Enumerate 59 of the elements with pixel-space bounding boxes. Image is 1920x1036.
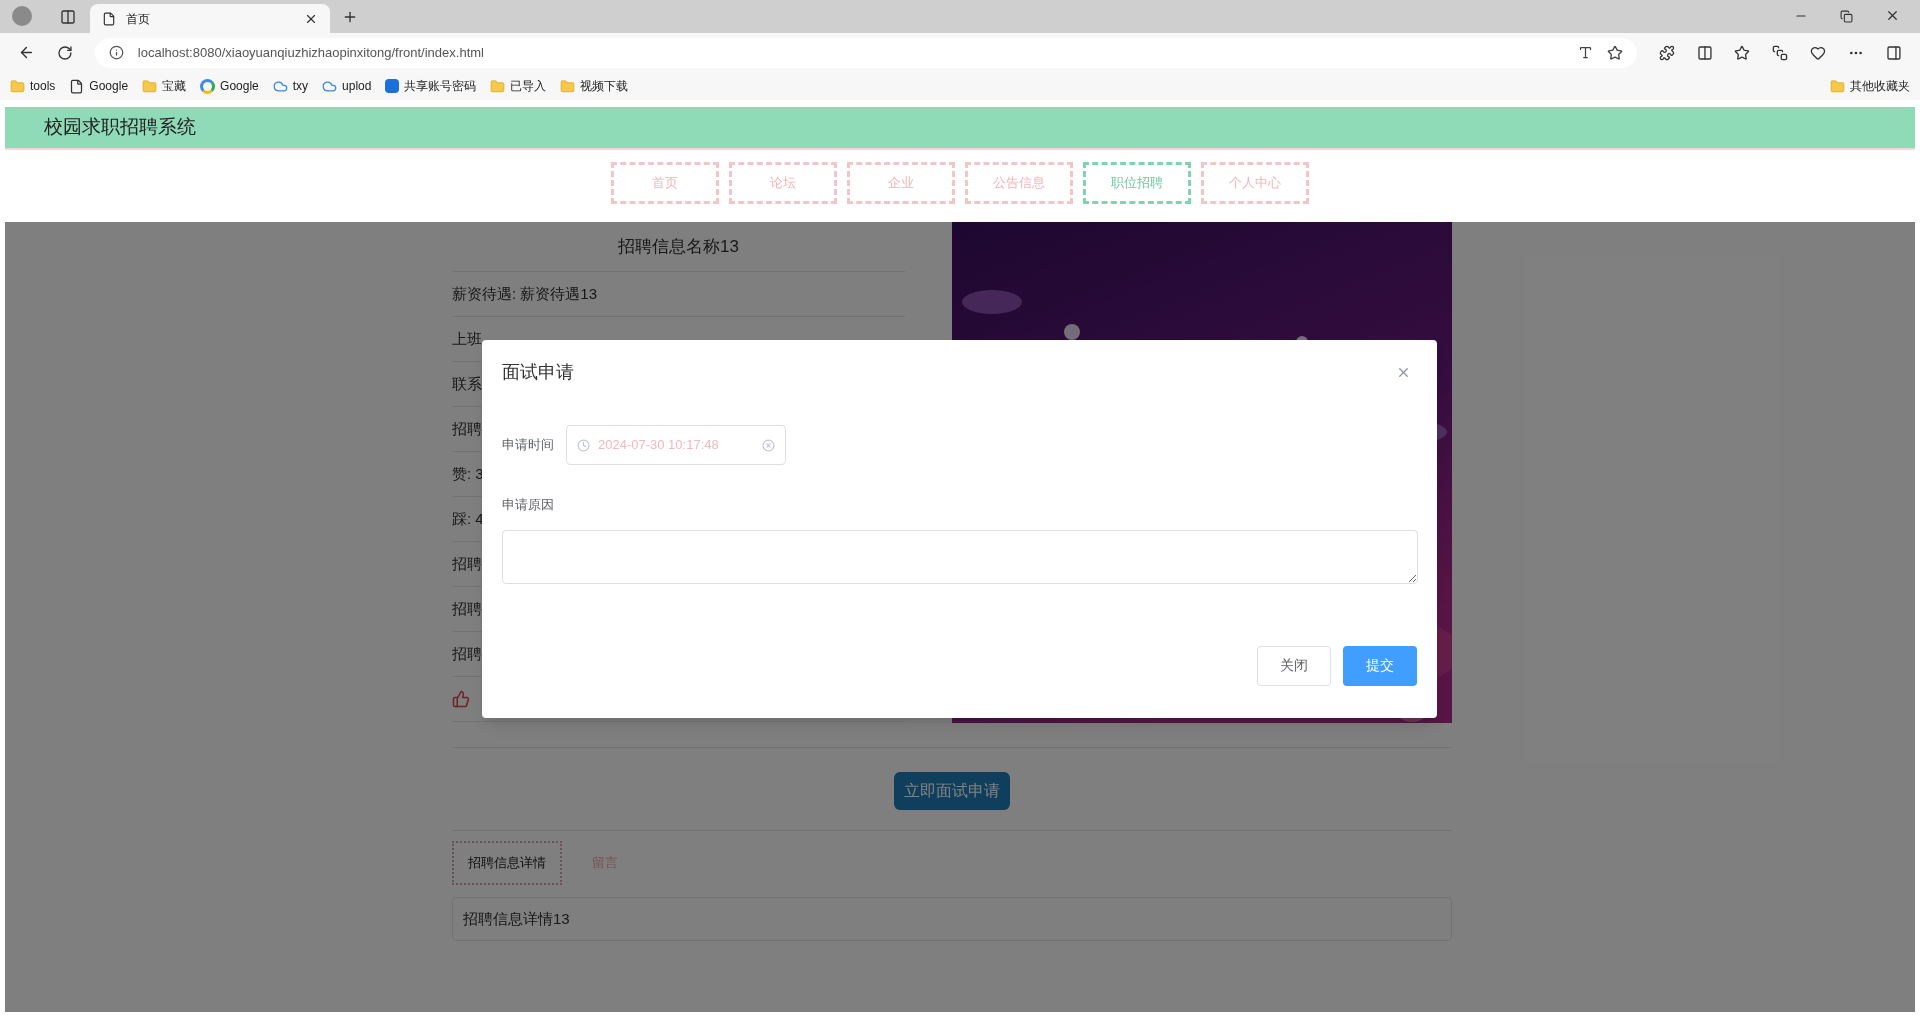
job-field: 招聘 [452,597,482,621]
job-field: 联系 [452,372,482,396]
bookmark[interactable]: Google [69,77,129,95]
restore-icon[interactable] [1840,10,1853,23]
sidebar-icon[interactable] [1886,44,1902,61]
info-icon [108,45,124,60]
folder-icon [560,78,576,94]
google-icon [200,78,216,94]
page-icon [102,11,116,26]
reload-icon[interactable] [56,44,73,61]
close-window-icon[interactable] [1885,8,1900,23]
field-label: 申请时间 [502,436,554,455]
field-label: 申请原因 [502,496,555,514]
health-icon[interactable] [1810,44,1827,61]
cloud-icon [322,78,338,94]
detail-tab[interactable]: 招聘信息详情 [452,841,562,885]
close-button[interactable]: 关闭 [1257,645,1331,686]
details-text: 招聘信息详情13 [463,908,570,929]
job-field: 上班 [452,327,482,351]
job-field: 招聘 [452,552,482,576]
clock-icon [577,438,590,452]
job-field: 招聘 [452,417,482,441]
cloud-icon [272,78,288,94]
tab-title: 首页 [126,10,151,28]
folder-icon [490,78,506,94]
bookmark[interactable]: Google [200,77,259,95]
tab-actions-icon[interactable] [60,9,76,25]
bookmark[interactable]: uplod [322,77,372,95]
dialog-title: 面试申请 [502,360,574,384]
folder-icon [1830,78,1845,94]
extensions-icon[interactable] [1658,44,1675,61]
new-tab-icon[interactable] [342,9,358,25]
job-title: 招聘信息名称13 [452,222,905,272]
folder-icon [142,78,158,94]
browser-tab[interactable]: 首页 [90,4,330,33]
other-bookmarks[interactable]: 其他收藏夹 [1830,77,1910,95]
folder-icon [10,78,25,94]
address-bar[interactable]: localhost:8080/xiaoyuanqiuzhizhaopinxitong/front/index.html [94,37,1637,68]
bookmark[interactable]: 共享账号密码 [385,77,477,95]
job-field: 踩: 4 [452,507,484,531]
site-title: 校园求职招聘系统 [44,115,196,140]
job-field: 薪资待遇: 薪资待遇13 [452,282,598,306]
split-screen-icon[interactable] [1696,44,1713,61]
bookmark[interactable]: 宝藏 [142,77,187,95]
bookmark[interactable]: 已导入 [490,77,547,95]
url-text: localhost:8080/xiaoyuanqiuzhizhaopinxitong/front/index.html [137,43,485,62]
reason-field[interactable] [502,529,1418,584]
favorites-icon[interactable] [1734,44,1751,61]
page-icon [69,78,85,94]
bookmark[interactable]: 视频下载 [560,77,629,95]
read-aloud-icon[interactable] [1577,45,1593,60]
star-icon[interactable] [1606,44,1623,61]
collections-icon[interactable] [1772,44,1789,61]
back-icon[interactable] [18,44,35,61]
bookmark[interactable]: txy [272,77,309,95]
job-field: 招聘 [452,642,482,666]
thumbs-up-icon[interactable] [452,690,470,708]
app-icon [385,79,400,93]
bookmark[interactable]: tools [10,77,56,95]
